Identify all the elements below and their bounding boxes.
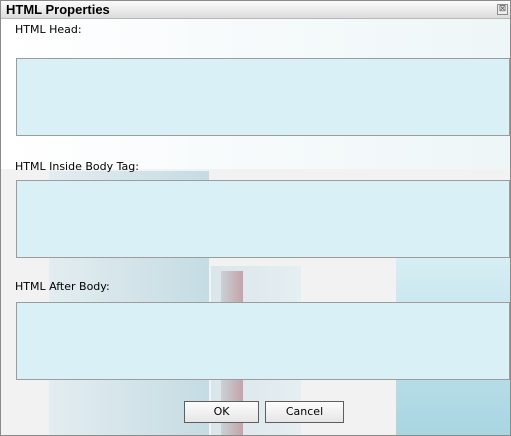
cancel-button[interactable]: Cancel [265,401,344,423]
html-after-body-label: HTML After Body: [15,280,110,293]
html-properties-dialog: DropBook HTML Properties ⊠ HTML Head: HT… [0,0,511,436]
title-bar: HTML Properties ⊠ [1,1,510,19]
html-head-label: HTML Head: [15,23,82,36]
ok-button[interactable]: OK [184,401,259,423]
html-after-body-field[interactable] [16,302,510,380]
html-inside-body-label: HTML Inside Body Tag: [15,160,139,173]
html-head-field[interactable] [16,58,510,136]
close-icon[interactable]: ⊠ [497,4,508,15]
html-inside-body-field[interactable] [16,180,510,258]
dialog-title: HTML Properties [6,2,110,17]
